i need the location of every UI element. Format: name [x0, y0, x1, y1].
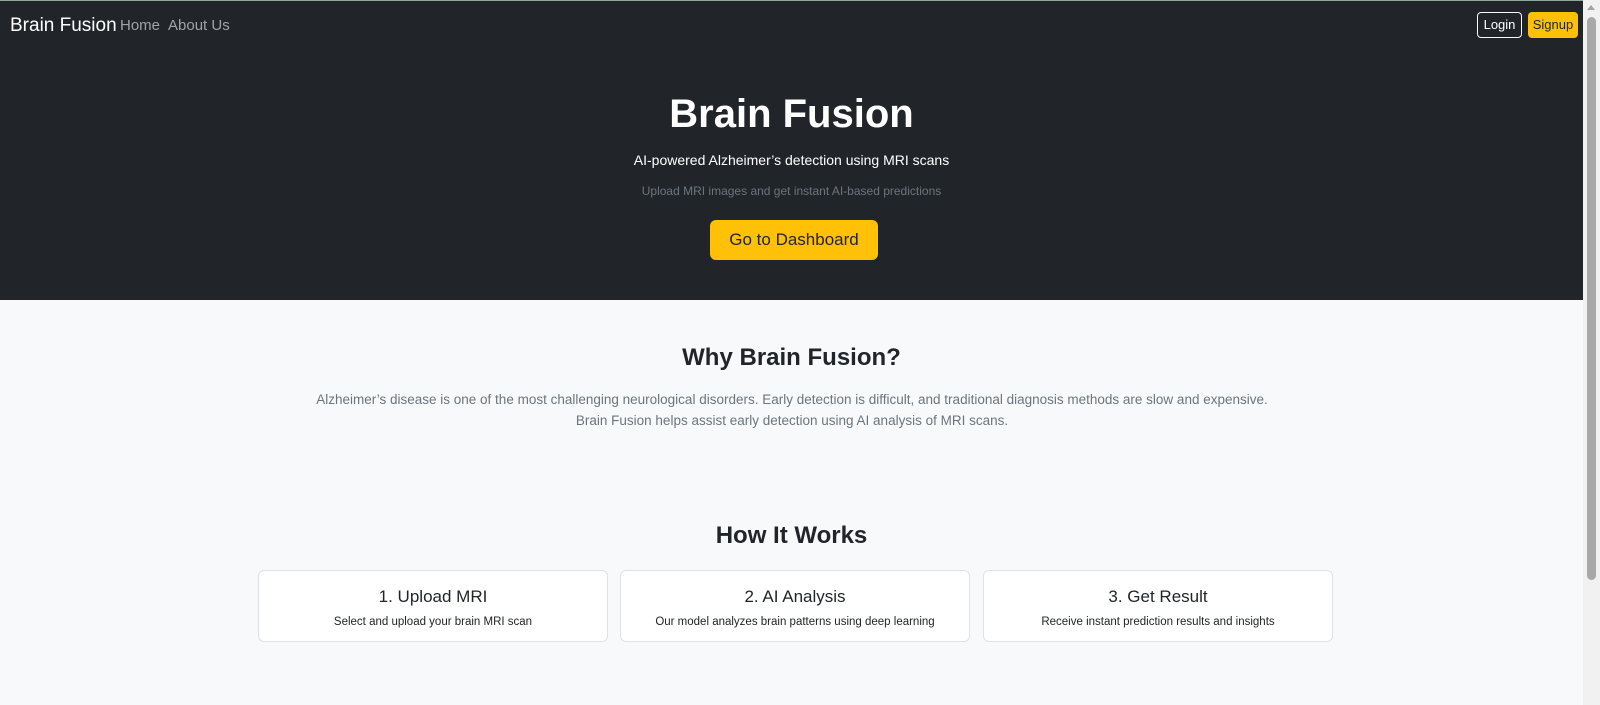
scroll-up-arrow-icon[interactable]: [1587, 5, 1595, 10]
signup-button[interactable]: Signup: [1528, 12, 1578, 38]
nav-link-about-us[interactable]: About Us: [168, 16, 230, 36]
navbar-brand[interactable]: Brain Fusion: [10, 14, 117, 38]
step-card-ai-analysis: 2. AI Analysis Our model analyzes brain …: [620, 570, 970, 642]
step-card-text: Receive instant prediction results and i…: [1041, 616, 1275, 628]
vertical-scrollbar[interactable]: [1583, 0, 1600, 705]
hero-section: Brain Fusion AI-powered Alzheimer’s dete…: [0, 50, 1583, 300]
navbar: Brain Fusion Home About Us Login Signup: [0, 0, 1583, 50]
step-card-title: 2. AI Analysis: [744, 587, 846, 606]
step-card-get-result: 3. Get Result Receive instant prediction…: [983, 570, 1333, 642]
why-description: Alzheimer’s disease is one of the most c…: [316, 392, 1268, 428]
page: Brain Fusion Home About Us Login Signup …: [0, 0, 1583, 705]
hero-title: Brain Fusion: [669, 92, 914, 136]
why-title: Why Brain Fusion?: [682, 344, 901, 371]
step-card-text: Our model analyzes brain patterns using …: [655, 616, 935, 628]
hero-subtitle: AI-powered Alzheimer’s detection using M…: [633, 152, 950, 168]
step-card-upload-mri: 1. Upload MRI Select and upload your bra…: [258, 570, 608, 642]
how-title: How It Works: [715, 522, 868, 549]
nav-link-home[interactable]: Home: [120, 16, 160, 36]
go-to-dashboard-button[interactable]: Go to Dashboard: [710, 220, 878, 260]
step-card-title: 3. Get Result: [1108, 587, 1208, 606]
scrollbar-thumb[interactable]: [1587, 17, 1596, 580]
login-button[interactable]: Login: [1477, 12, 1522, 38]
hero-note: Upload MRI images and get instant AI-bas…: [641, 184, 942, 198]
step-card-text: Select and upload your brain MRI scan: [333, 616, 533, 628]
step-card-title: 1. Upload MRI: [378, 587, 488, 606]
